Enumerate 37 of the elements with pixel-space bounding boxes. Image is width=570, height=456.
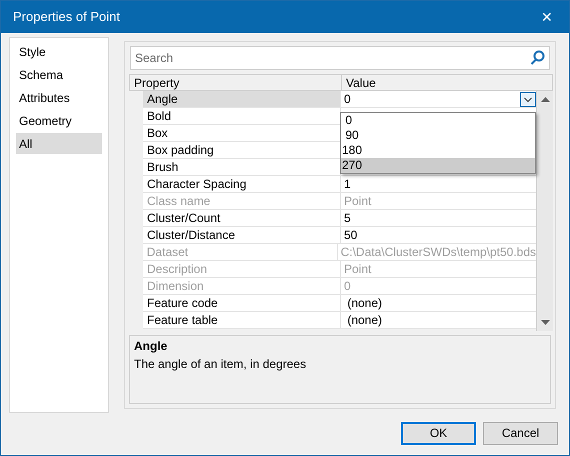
property-value[interactable]: 1 [344, 176, 351, 192]
search-field[interactable]: Search [130, 46, 550, 70]
sidebar-item[interactable]: Attributes [16, 87, 102, 108]
column-header: Value [345, 75, 377, 90]
property-value[interactable]: (none) [344, 295, 382, 311]
dropdown-option[interactable]: 0 [341, 113, 535, 128]
property-name[interactable]: Box padding [143, 142, 341, 159]
column-header: Property [130, 75, 342, 90]
property-name[interactable]: Cluster/Distance [143, 227, 341, 244]
sidebar-item[interactable]: All [16, 133, 102, 154]
sidebar-item[interactable]: Schema [16, 64, 102, 85]
dropdown-option[interactable]: 270 [341, 158, 535, 173]
search-icon [530, 50, 545, 65]
property-name[interactable]: Box [143, 125, 341, 142]
property-name[interactable]: Brush [143, 159, 341, 176]
dropdown-option[interactable]: 90 [341, 128, 535, 143]
property-value[interactable]: 5 [344, 210, 351, 226]
property-name[interactable]: Character Spacing [143, 176, 341, 193]
window-title: Properties of Point [13, 8, 120, 26]
property-name[interactable]: Angle [143, 91, 341, 108]
property-name[interactable]: Feature table [143, 312, 341, 329]
scrollbar[interactable] [536, 91, 553, 331]
property-value[interactable]: (none) [344, 312, 382, 328]
property-name[interactable]: Cluster/Count [143, 210, 341, 227]
description-text: The angle of an item, in degrees [134, 356, 308, 373]
property-name[interactable]: Bold [143, 108, 341, 125]
property-value[interactable]: 0 [344, 91, 351, 107]
dialog-button[interactable]: Cancel [483, 422, 558, 444]
sidebar-item[interactable]: Style [16, 41, 102, 62]
sidebar-item[interactable]: Geometry [16, 110, 102, 131]
dropdown-button[interactable] [520, 92, 536, 106]
property-name[interactable]: Feature code [143, 295, 341, 312]
dialog-button[interactable]: OK [401, 422, 476, 444]
dropdown-option[interactable]: 180 [341, 143, 535, 158]
close-button[interactable]: ✕ [537, 7, 557, 27]
property-value[interactable]: 50 [344, 227, 358, 243]
description-title: Angle [134, 338, 168, 355]
